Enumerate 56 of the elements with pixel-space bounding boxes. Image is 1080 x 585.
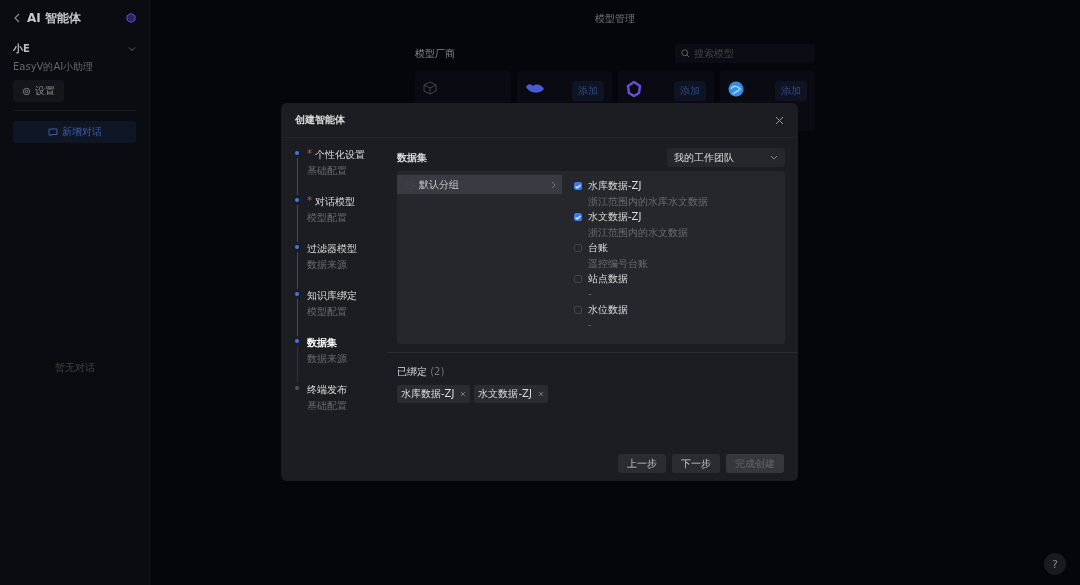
search-icon xyxy=(681,49,690,58)
agent-description: EasyV的AI小助理 xyxy=(13,60,95,74)
step-title[interactable]: 对话模型 xyxy=(315,195,355,209)
required-mark: * xyxy=(307,195,312,208)
globe-icon xyxy=(727,81,744,97)
step-subtitle: 模型配置 xyxy=(307,305,348,319)
checkbox[interactable] xyxy=(574,182,582,190)
dataset-heading: 数据集 xyxy=(397,150,427,165)
chat-bubble-icon xyxy=(47,127,58,137)
step-subtitle: 模型配置 xyxy=(307,211,348,225)
dataset-name: 站点数据 xyxy=(588,272,628,286)
cube-icon xyxy=(423,81,437,95)
step-title[interactable]: 数据集 xyxy=(307,336,337,350)
remove-icon[interactable] xyxy=(537,391,544,397)
remove-icon[interactable] xyxy=(460,391,467,397)
step-title[interactable]: 过滤器模型 xyxy=(307,242,357,256)
group-item[interactable]: 默认分组 xyxy=(397,175,562,194)
group-name: 默认分组 xyxy=(419,177,460,192)
close-icon[interactable] xyxy=(775,115,784,125)
dataset-name: 水文数据-ZJ xyxy=(588,210,642,224)
settings-icon xyxy=(22,86,31,96)
required-mark: * xyxy=(307,148,312,161)
back-icon[interactable] xyxy=(13,13,21,23)
dialog-title: 创建智能体 xyxy=(295,113,345,127)
dataset-name: 水库数据-ZJ xyxy=(588,179,642,193)
dataset-name: 台账 xyxy=(588,241,608,255)
step-subtitle: 数据来源 xyxy=(307,258,348,272)
checkbox[interactable] xyxy=(574,275,582,283)
team-select[interactable]: 我的工作团队 xyxy=(667,148,785,167)
step-button[interactable]: 下一步 xyxy=(672,454,720,473)
step-title[interactable]: 个性化设置 xyxy=(315,148,365,162)
step-title[interactable]: 终端发布 xyxy=(307,383,347,397)
dataset-description: - xyxy=(588,319,593,330)
step-subtitle: 基础配置 xyxy=(307,164,348,178)
step-title[interactable]: 知识库绑定 xyxy=(307,289,357,303)
agent-name: 小E xyxy=(13,42,31,56)
bound-tag: 水库数据-ZJ xyxy=(397,385,471,403)
hexagon-icon[interactable] xyxy=(126,13,136,23)
chevron-down-icon[interactable] xyxy=(128,46,136,52)
checkbox[interactable] xyxy=(574,244,582,252)
section-title: 模型厂商 xyxy=(415,46,455,61)
chevron-right-icon xyxy=(551,180,556,189)
dataset-description: - xyxy=(588,288,593,299)
chevron-down-icon xyxy=(770,155,778,160)
step-subtitle: 基础配置 xyxy=(307,399,347,413)
dataset-name: 水位数据 xyxy=(588,303,628,317)
help-button[interactable]: ? xyxy=(1044,553,1066,575)
bound-label: 已绑定 (2) xyxy=(397,365,446,379)
step-button[interactable]: 上一步 xyxy=(618,454,666,473)
checkbox[interactable] xyxy=(574,213,582,221)
page-title: 模型管理 xyxy=(595,12,635,26)
checkbox[interactable] xyxy=(574,306,582,314)
sidebar-title: AI 智能体 xyxy=(27,9,82,27)
step-subtitle: 数据来源 xyxy=(307,352,347,366)
bound-tag: 水文数据-ZJ xyxy=(474,385,548,403)
settings-button[interactable]: 设置 xyxy=(13,80,64,102)
